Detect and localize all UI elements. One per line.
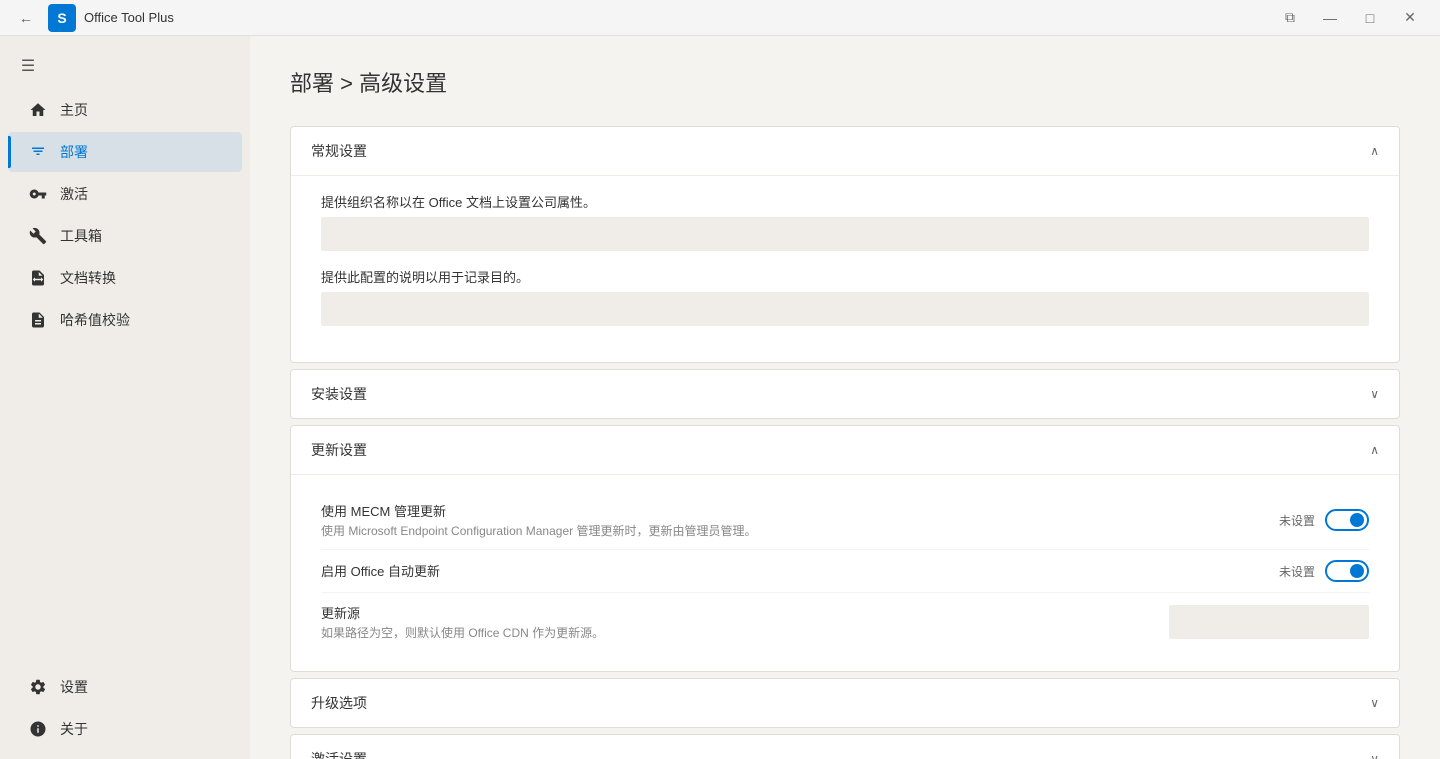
sidebar-item-activate[interactable]: 激活 bbox=[8, 174, 242, 214]
toggle-row-mecm: 使用 MECM 管理更新 使用 Microsoft Endpoint Confi… bbox=[321, 491, 1369, 550]
close-button[interactable]: ✕ bbox=[1392, 4, 1428, 32]
field-label-org-name: 提供组织名称以在 Office 文档上设置公司属性。 bbox=[321, 192, 1369, 211]
sidebar-item-hash[interactable]: 哈希值校验 bbox=[8, 300, 242, 340]
menu-toggle-button[interactable]: ☰ bbox=[8, 48, 48, 84]
sidebar-item-label: 哈希值校验 bbox=[60, 310, 130, 330]
sidebar-item-label: 部署 bbox=[60, 142, 88, 162]
field-label-config-desc: 提供此配置的说明以用于记录目的。 bbox=[321, 267, 1369, 286]
section-header-update[interactable]: 更新设置 ∧ bbox=[291, 426, 1399, 474]
app-title: Office Tool Plus bbox=[84, 10, 1272, 25]
section-chevron-upgrade: ∨ bbox=[1370, 696, 1379, 710]
toggle-status-auto-update: 未设置 bbox=[1279, 563, 1315, 580]
toggle-title-mecm: 使用 MECM 管理更新 bbox=[321, 501, 1279, 520]
sidebar-item-home[interactable]: 主页 bbox=[8, 90, 242, 130]
tools-icon bbox=[28, 226, 48, 246]
field-group-org-name: 提供组织名称以在 Office 文档上设置公司属性。 bbox=[321, 192, 1369, 251]
window-controls: ⧉ — □ ✕ bbox=[1272, 4, 1428, 32]
toggle-knob-auto-update bbox=[1350, 564, 1364, 578]
toggle-knob-mecm bbox=[1350, 513, 1364, 527]
sidebar-item-label: 工具箱 bbox=[60, 226, 102, 246]
sidebar-bottom: 设置 关于 bbox=[0, 665, 250, 751]
section-title-activation: 激活设置 bbox=[311, 749, 367, 759]
toggle-row-auto-update: 启用 Office 自动更新 未设置 bbox=[321, 550, 1369, 593]
toggle-title-auto-update: 启用 Office 自动更新 bbox=[321, 561, 1279, 580]
hamburger-icon: ☰ bbox=[21, 56, 35, 76]
section-activation: 激活设置 ∨ bbox=[290, 734, 1400, 759]
sidebar-item-settings[interactable]: 设置 bbox=[8, 667, 242, 707]
toggle-right-auto-update: 未设置 bbox=[1279, 560, 1369, 582]
deploy-icon bbox=[28, 142, 48, 162]
section-chevron-update: ∧ bbox=[1370, 443, 1379, 457]
sidebar-item-about[interactable]: 关于 bbox=[8, 709, 242, 749]
pin-button[interactable]: ⧉ bbox=[1272, 4, 1308, 32]
update-source-input[interactable] bbox=[1169, 605, 1369, 639]
section-header-activation[interactable]: 激活设置 ∨ bbox=[291, 735, 1399, 759]
section-title-update: 更新设置 bbox=[311, 440, 367, 460]
toggle-switch-auto-update[interactable] bbox=[1325, 560, 1369, 582]
page-title: 部署 > 高级设置 bbox=[290, 66, 1400, 98]
toggle-right-mecm: 未设置 bbox=[1279, 509, 1369, 531]
section-title-install: 安装设置 bbox=[311, 384, 367, 404]
toggle-desc-update-source: 如果路径为空，则默认使用 Office CDN 作为更新源。 bbox=[321, 624, 1169, 641]
section-title-general: 常规设置 bbox=[311, 141, 367, 161]
sidebar-item-convert[interactable]: 文档转换 bbox=[8, 258, 242, 298]
section-title-upgrade: 升级选项 bbox=[311, 693, 367, 713]
section-header-upgrade[interactable]: 升级选项 ∨ bbox=[291, 679, 1399, 727]
toggle-title-update-source: 更新源 bbox=[321, 603, 1169, 622]
toggle-switch-mecm[interactable] bbox=[1325, 509, 1369, 531]
toggle-status-mecm: 未设置 bbox=[1279, 512, 1315, 529]
section-header-install[interactable]: 安装设置 ∨ bbox=[291, 370, 1399, 418]
sidebar: ☰ 主页 部署 激活 工具箱 文档转换 哈希值校验 设置 关于 bbox=[0, 36, 250, 759]
sidebar-item-label: 主页 bbox=[60, 100, 88, 120]
app-logo: S bbox=[48, 4, 76, 32]
content-area: 部署 > 高级设置 常规设置 ∧ 提供组织名称以在 Office 文档上设置公司… bbox=[250, 36, 1440, 759]
section-install: 安装设置 ∨ bbox=[290, 369, 1400, 419]
back-button[interactable]: ← bbox=[12, 4, 40, 32]
home-icon bbox=[28, 100, 48, 120]
about-icon bbox=[28, 719, 48, 739]
field-input-org-name[interactable] bbox=[321, 217, 1369, 251]
field-input-config-desc[interactable] bbox=[321, 292, 1369, 326]
section-header-general[interactable]: 常规设置 ∧ bbox=[291, 127, 1399, 175]
toggle-info-update-source: 更新源 如果路径为空，则默认使用 Office CDN 作为更新源。 bbox=[321, 603, 1169, 641]
field-group-config-desc: 提供此配置的说明以用于记录目的。 bbox=[321, 267, 1369, 326]
toggle-right-update-source bbox=[1169, 605, 1369, 639]
sidebar-item-tools[interactable]: 工具箱 bbox=[8, 216, 242, 256]
sidebar-item-label: 激活 bbox=[60, 184, 88, 204]
sidebar-item-label: 文档转换 bbox=[60, 268, 116, 288]
sidebar-item-deploy[interactable]: 部署 bbox=[8, 132, 242, 172]
toggle-desc-mecm: 使用 Microsoft Endpoint Configuration Mana… bbox=[321, 522, 1279, 539]
hash-icon bbox=[28, 310, 48, 330]
section-upgrade: 升级选项 ∨ bbox=[290, 678, 1400, 728]
section-general: 常规设置 ∧ 提供组织名称以在 Office 文档上设置公司属性。 提供此配置的… bbox=[290, 126, 1400, 363]
convert-icon bbox=[28, 268, 48, 288]
toggle-info-mecm: 使用 MECM 管理更新 使用 Microsoft Endpoint Confi… bbox=[321, 501, 1279, 539]
toggle-row-update-source: 更新源 如果路径为空，则默认使用 Office CDN 作为更新源。 bbox=[321, 593, 1369, 651]
section-chevron-activation: ∨ bbox=[1370, 752, 1379, 759]
main-layout: ☰ 主页 部署 激活 工具箱 文档转换 哈希值校验 设置 关于 bbox=[0, 36, 1440, 759]
section-chevron-general: ∧ bbox=[1370, 144, 1379, 158]
settings-icon bbox=[28, 677, 48, 697]
minimize-button[interactable]: — bbox=[1312, 4, 1348, 32]
toggle-info-auto-update: 启用 Office 自动更新 bbox=[321, 561, 1279, 582]
section-chevron-install: ∨ bbox=[1370, 387, 1379, 401]
titlebar: ← S Office Tool Plus ⧉ — □ ✕ bbox=[0, 0, 1440, 36]
sidebar-item-label: 设置 bbox=[60, 677, 88, 697]
maximize-button[interactable]: □ bbox=[1352, 4, 1388, 32]
section-update: 更新设置 ∧ 使用 MECM 管理更新 使用 Microsoft Endpoin… bbox=[290, 425, 1400, 672]
activate-icon bbox=[28, 184, 48, 204]
sidebar-item-label: 关于 bbox=[60, 719, 88, 739]
